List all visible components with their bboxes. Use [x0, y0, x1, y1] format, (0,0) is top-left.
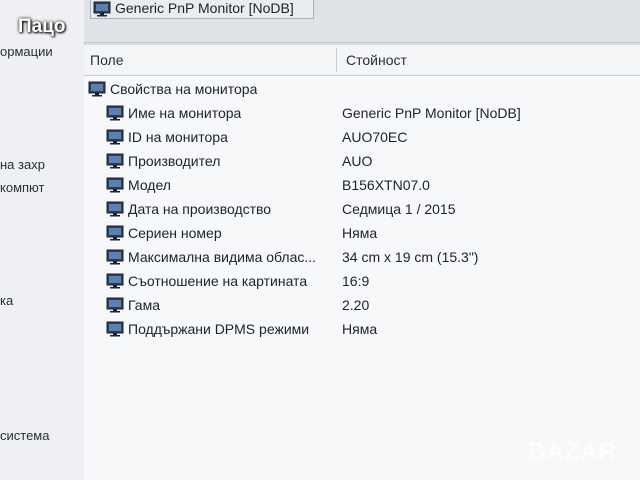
property-value: Седмица 1 / 2015	[342, 201, 456, 217]
property-label: Име на монитора	[128, 105, 242, 121]
monitor-icon	[106, 225, 124, 241]
property-row[interactable]: ID на монитора AUO70EC	[84, 126, 640, 150]
nav-item-system[interactable]: система	[0, 428, 49, 443]
property-row[interactable]: Модел B156XTN07.0	[84, 174, 640, 198]
monitor-icon	[106, 177, 124, 193]
property-value: Няма	[342, 321, 378, 337]
window-title: Generic PnP Monitor [NoDB]	[115, 0, 294, 16]
column-header-value[interactable]: Стойност	[346, 52, 407, 68]
property-row[interactable]: Дата на производство Седмица 1 / 2015	[84, 198, 640, 222]
left-navigation-pane: ормации на захр компют ка система	[0, 0, 85, 480]
monitor-icon	[106, 249, 124, 265]
property-row[interactable]: Име на монитора Generic PnP Monitor [NoDB…	[84, 102, 640, 126]
property-row[interactable]: Гама 2.20	[84, 294, 640, 318]
property-value: 16:9	[342, 273, 370, 289]
monitor-icon	[88, 81, 106, 97]
monitor-icon	[106, 297, 124, 313]
property-row[interactable]: Съотношение на картината 16:9	[84, 270, 640, 294]
property-label: Поддържани DPMS режими	[128, 321, 310, 337]
monitor-icon	[93, 1, 111, 17]
property-row[interactable]: Поддържани DPMS режими Няма	[84, 318, 640, 342]
property-value: 2.20	[342, 297, 370, 313]
property-label: Максимална видима облас...	[128, 249, 317, 265]
property-label: Съотношение на картината	[128, 273, 308, 289]
column-header-field[interactable]: Поле	[90, 52, 124, 68]
watermark-logo: BAZAR	[528, 438, 617, 465]
window-title-bar: Generic PnP Monitor [NoDB]	[84, 0, 640, 43]
monitor-icon	[106, 129, 124, 145]
properties-list: Свойства на монитора Име на монитора Gene…	[84, 76, 640, 480]
property-row[interactable]: Производител AUO	[84, 150, 640, 174]
group-row-monitor-properties[interactable]: Свойства на монитора	[84, 78, 640, 102]
property-row[interactable]: Сериен номер Няма	[84, 222, 640, 246]
group-label: Свойства на монитора	[110, 81, 258, 97]
monitor-icon	[106, 201, 124, 217]
property-label: Производител	[128, 153, 221, 169]
monitor-icon	[106, 273, 124, 289]
property-value: AUO	[342, 153, 373, 169]
column-divider[interactable]	[336, 48, 337, 72]
property-value: Няма	[342, 225, 378, 241]
property-label: ID на монитора	[128, 129, 228, 145]
monitor-icon	[106, 321, 124, 337]
nav-item-computer[interactable]: компют	[0, 180, 44, 195]
property-value: AUO70EC	[342, 129, 408, 145]
property-label: Модел	[128, 177, 171, 193]
monitor-icon	[106, 105, 124, 121]
property-value: 34 cm x 19 cm (15.3")	[342, 249, 479, 265]
nav-item-misc[interactable]: ка	[0, 293, 13, 308]
property-label: Сериен номер	[128, 225, 222, 241]
nav-item-storage[interactable]: на захр	[0, 157, 45, 172]
property-label: Гама	[128, 297, 160, 313]
selected-device-tab[interactable]: Generic PnP Monitor [NoDB]	[90, 0, 314, 19]
monitor-icon	[106, 153, 124, 169]
overlay-caption: Пацо	[18, 16, 66, 37]
property-value: B156XTN07.0	[342, 177, 430, 193]
nav-item-information[interactable]: ормации	[0, 44, 53, 59]
column-header-row: Поле Стойност	[84, 45, 640, 76]
property-label: Дата на производство	[128, 201, 272, 217]
property-value: Generic PnP Monitor [NoDB]	[342, 105, 521, 121]
property-row[interactable]: Максимална видима облас... 34 cm x 19 cm …	[84, 246, 640, 270]
